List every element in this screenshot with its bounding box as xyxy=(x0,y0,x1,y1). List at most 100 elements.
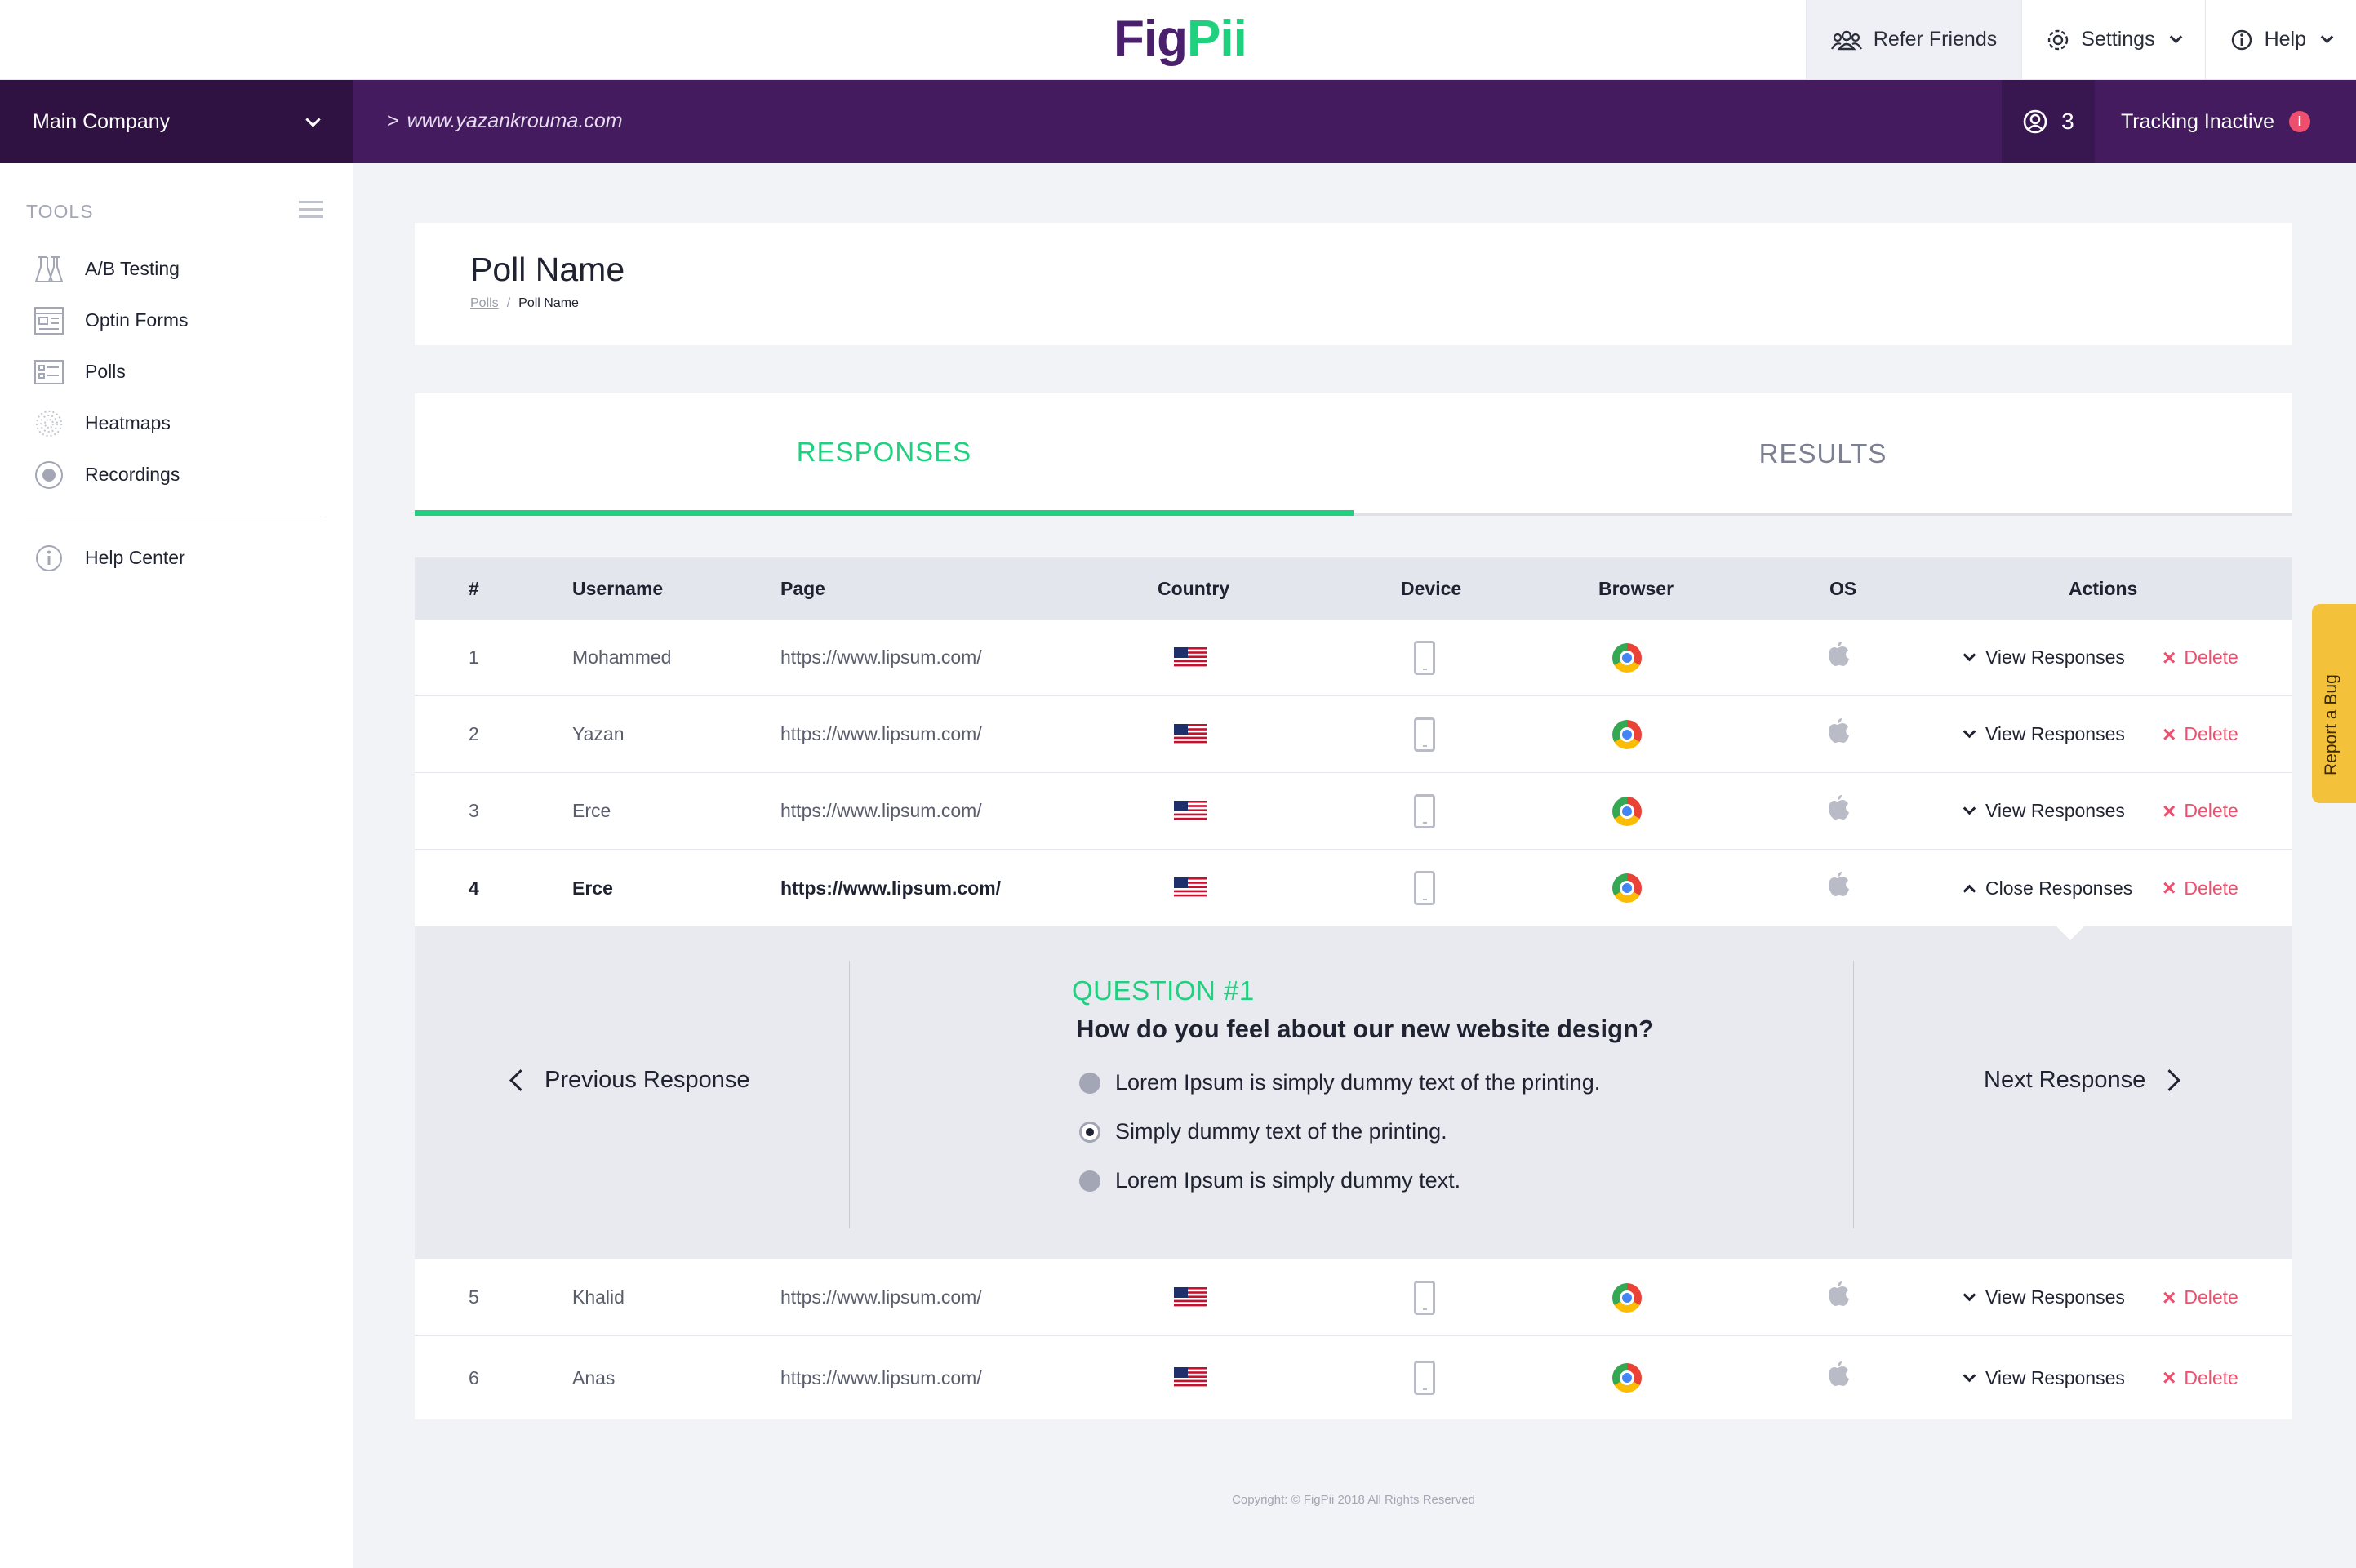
row-number: 5 xyxy=(469,1286,479,1308)
close-responses-label: Close Responses xyxy=(1985,877,2133,899)
panel-notch xyxy=(2056,926,2085,940)
sidebar-item-optin-forms[interactable]: Optin Forms xyxy=(33,295,327,346)
help-menu[interactable]: Help xyxy=(2204,0,2356,79)
site-selector[interactable]: > www.yazankrouma.com xyxy=(387,109,623,133)
chrome-icon xyxy=(1612,1363,1642,1393)
site-prefix: > xyxy=(387,109,399,132)
next-response-button[interactable]: Next Response xyxy=(1984,1067,2181,1094)
report-bug-button[interactable]: Report a Bug xyxy=(2312,604,2356,803)
form-icon xyxy=(33,304,65,337)
column-header: Browser xyxy=(1598,577,1674,599)
column-header: Actions xyxy=(2069,577,2138,599)
close-icon: × xyxy=(2163,875,2176,900)
row-actions: View Responses × Delete xyxy=(1962,1286,2238,1309)
close-icon: × xyxy=(2163,721,2176,747)
chevron-down-icon xyxy=(1963,802,1976,815)
close-responses-button[interactable]: Close Responses xyxy=(1962,877,2163,899)
answer-option-label: Lorem Ipsum is simply dummy text of the … xyxy=(1115,1070,1601,1095)
delete-button[interactable]: × Delete xyxy=(2163,721,2238,747)
logo-part-2: Pii xyxy=(1186,11,1247,67)
chrome-icon xyxy=(1612,1282,1642,1313)
delete-button[interactable]: × Delete xyxy=(2163,1286,2238,1309)
view-responses-button[interactable]: View Responses xyxy=(1962,646,2163,669)
delete-label: Delete xyxy=(2184,1366,2238,1388)
top-nav: Refer Friends Settings Help xyxy=(1805,0,2356,79)
site-url: www.yazankrouma.com xyxy=(407,109,623,132)
previous-response-label: Previous Response xyxy=(545,1067,750,1093)
menu-icon[interactable] xyxy=(299,201,323,219)
help-center-label: Help Center xyxy=(85,547,185,568)
sidebar-item-heatmaps[interactable]: Heatmaps xyxy=(33,398,327,449)
view-responses-button[interactable]: View Responses xyxy=(1962,723,2163,745)
mobile-icon xyxy=(1414,1361,1435,1395)
view-responses-button[interactable]: View Responses xyxy=(1962,1367,2163,1389)
table-header: # Username Page Country Device Browser O… xyxy=(415,557,2292,620)
row-actions: View Responses × Delete xyxy=(1962,1366,2238,1389)
breadcrumb-polls-link[interactable]: Polls xyxy=(470,296,499,310)
sidebar-item-recordings[interactable]: Recordings xyxy=(33,449,327,500)
chevron-right-icon xyxy=(2158,1069,2181,1091)
row-actions: View Responses × Delete xyxy=(1962,797,2238,824)
copyright-footer: Copyright: © FigPii 2018 All Rights Rese… xyxy=(1232,1493,1475,1507)
sidebar-item-help-center[interactable]: Help Center xyxy=(33,532,185,584)
tracking-status[interactable]: Tracking Inactive i xyxy=(2095,80,2356,163)
info-icon xyxy=(2231,29,2252,50)
delete-button[interactable]: × Delete xyxy=(2163,877,2238,899)
close-icon: × xyxy=(2163,797,2176,824)
refer-friends-label: Refer Friends xyxy=(1873,28,1998,51)
users-counter[interactable]: 3 xyxy=(2001,80,2095,163)
response-detail-panel: Previous Response QUESTION #1 How do you… xyxy=(415,926,2292,1259)
breadcrumb-current: Poll Name xyxy=(518,296,579,310)
sidebar-item-polls[interactable]: Polls xyxy=(33,346,327,398)
view-responses-button[interactable]: View Responses xyxy=(1962,1286,2163,1308)
tools-heading: TOOLS xyxy=(26,201,94,222)
mobile-icon xyxy=(1414,793,1435,828)
view-responses-label: View Responses xyxy=(1985,1286,2125,1308)
view-responses-button[interactable]: View Responses xyxy=(1962,800,2163,822)
figpii-logo[interactable]: FigPii xyxy=(1114,10,1247,68)
row-page: https://www.lipsum.com/ xyxy=(780,1366,982,1388)
settings-menu[interactable]: Settings xyxy=(2021,0,2204,79)
apple-icon xyxy=(1823,870,1851,906)
previous-response-button[interactable]: Previous Response xyxy=(509,1067,750,1094)
row-username: Yazan xyxy=(572,723,625,744)
delete-button[interactable]: × Delete xyxy=(2163,797,2238,824)
panel-divider xyxy=(849,961,850,1228)
radio-icon xyxy=(1079,1170,1100,1192)
table-row: 5 Khalid https://www.lipsum.com/ View Re… xyxy=(415,1259,2292,1336)
apple-icon xyxy=(1823,793,1851,829)
close-icon: × xyxy=(2163,644,2176,670)
row-actions: View Responses × Delete xyxy=(1962,721,2238,747)
chevron-down-icon xyxy=(1963,725,1976,739)
account-status: 3 Tracking Inactive i xyxy=(2001,80,2356,163)
us-flag-icon xyxy=(1174,646,1207,669)
chrome-icon xyxy=(1612,719,1642,749)
sidebar-item-ab-testing[interactable]: A/B Testing xyxy=(33,243,327,295)
tab-results[interactable]: RESULTS xyxy=(1354,393,2292,516)
view-responses-label: View Responses xyxy=(1985,1366,2125,1388)
delete-label: Delete xyxy=(2184,800,2238,821)
delete-button[interactable]: × Delete xyxy=(2163,646,2238,669)
row-number: 3 xyxy=(469,800,479,821)
panel-divider xyxy=(1853,961,1854,1228)
refer-friends-button[interactable]: Refer Friends xyxy=(1805,0,2022,79)
apple-icon xyxy=(1823,1280,1851,1316)
help-label: Help xyxy=(2264,28,2306,51)
table-row-expanded: 4 Erce https://www.lipsum.com/ Close Res… xyxy=(415,850,2292,926)
account-bar: Main Company > www.yazankrouma.com 3 Trac… xyxy=(0,80,2356,163)
delete-button[interactable]: × Delete xyxy=(2163,1366,2238,1389)
settings-label: Settings xyxy=(2081,28,2155,51)
column-header: Username xyxy=(572,577,664,599)
delete-label: Delete xyxy=(2184,877,2238,899)
apple-icon xyxy=(1823,717,1851,753)
row-username: Khalid xyxy=(572,1286,625,1308)
gear-icon xyxy=(2048,29,2069,50)
company-selector[interactable]: Main Company xyxy=(0,80,353,163)
next-response-label: Next Response xyxy=(1984,1067,2146,1093)
tab-responses[interactable]: RESPONSES xyxy=(415,393,1354,516)
us-flag-icon xyxy=(1174,1286,1207,1308)
answer-option: Lorem Ipsum is simply dummy text. xyxy=(1079,1168,1460,1193)
table-row: 1 Mohammed https://www.lipsum.com/ View … xyxy=(415,620,2292,696)
tracking-label: Tracking Inactive xyxy=(2120,109,2274,133)
row-username: Anas xyxy=(572,1366,616,1388)
